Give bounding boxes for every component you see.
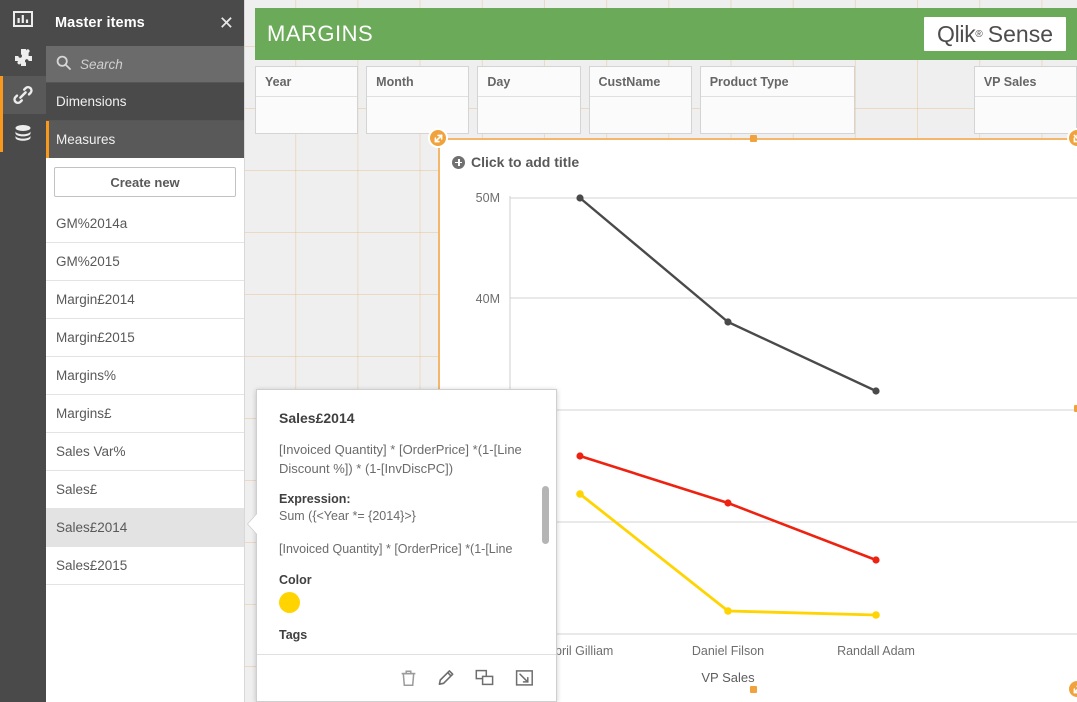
master-items-header: Master items ✕ (46, 0, 244, 46)
close-icon[interactable]: ✕ (219, 14, 234, 32)
duplicate-icon[interactable] (475, 669, 495, 687)
filter-body[interactable] (478, 97, 579, 133)
expression-label: Expression: (279, 492, 351, 506)
resize-handle-top-center[interactable] (750, 135, 757, 142)
filter-label: Month (367, 67, 469, 97)
x-tick-label: Daniel Filson (692, 644, 764, 658)
logo-brand: Qlik (936, 20, 976, 47)
search-input[interactable]: Search (46, 46, 244, 82)
y-tick-label: 40M (476, 292, 500, 306)
link-icon (12, 84, 34, 106)
list-item[interactable]: Margin£2014 (46, 281, 244, 319)
measure-label: Margin£2015 (56, 330, 135, 345)
list-item[interactable]: GM%2015 (46, 243, 244, 281)
measure-label: Sales£2014 (56, 520, 128, 535)
list-item[interactable]: Margins£ (46, 395, 244, 433)
list-item[interactable]: Margins% (46, 357, 244, 395)
series-sales-gbp-2015 (576, 452, 880, 564)
filter-box-vp-sales[interactable]: VP Sales (973, 66, 1077, 134)
chart-icon (13, 10, 33, 28)
filter-body[interactable] (975, 97, 1076, 133)
measure-label: Sales£ (56, 482, 98, 497)
measure-label: Margins£ (56, 406, 112, 421)
filter-label: Day (478, 67, 580, 97)
list-item[interactable]: Margin£2015 (46, 319, 244, 357)
series-sales-gbp-2014 (576, 490, 880, 619)
resize-handle-bottom-center[interactable] (750, 686, 757, 693)
color-swatch (279, 592, 300, 613)
measure-list: GM%2014a GM%2015 Margin£2014 Margin£2015… (46, 205, 244, 585)
measure-detail-popover: Sales£2014 [Invoiced Quantity] * [OrderP… (247, 389, 557, 702)
tab-dimensions-label: Dimensions (56, 94, 127, 109)
create-new-wrapper: Create new (46, 158, 244, 205)
left-icon-rail (0, 0, 46, 702)
create-new-button[interactable]: Create new (54, 167, 236, 197)
measure-label: GM%2014a (56, 216, 128, 231)
popover-action-bar (257, 654, 556, 701)
logo-product: Sense (987, 20, 1053, 47)
tab-measures[interactable]: Measures (46, 120, 244, 158)
tab-dimensions[interactable]: Dimensions (46, 82, 244, 120)
sidebar-item-master-items[interactable] (0, 76, 46, 114)
measure-label: Sales£2015 (56, 558, 128, 573)
delete-icon[interactable] (400, 669, 417, 687)
popover-body: Sales£2014 [Invoiced Quantity] * [OrderP… (257, 390, 556, 654)
measure-label: Sales Var% (56, 444, 126, 459)
y-tick-label: 50M (476, 191, 500, 205)
measure-label: GM%2015 (56, 254, 120, 269)
filter-body[interactable] (256, 97, 357, 133)
sidebar-item-extensions[interactable] (0, 38, 46, 76)
series-sales-gbp (576, 194, 880, 395)
filter-pane-row: Year Month Day CustName Product Type VP … (255, 66, 1077, 134)
tags-label: Tags (279, 628, 308, 642)
list-item[interactable]: Sales Var% (46, 433, 244, 471)
sheet-header-banner: MARGINS Qlik ® Sense (255, 8, 1077, 60)
filter-label: Year (256, 67, 358, 97)
panel-title: Master items (55, 15, 145, 31)
expression-line-2: [Invoiced Quantity] * [OrderPrice] *(1-[… (279, 542, 513, 556)
filter-gap (863, 66, 966, 134)
logo-registered-mark: ® (975, 28, 983, 40)
resize-handle-top-left[interactable] (428, 128, 448, 148)
chart-gridlines (510, 197, 1077, 635)
database-icon (12, 123, 34, 143)
filter-box-day[interactable]: Day (477, 66, 581, 134)
list-item-selected[interactable]: Sales£2014 (46, 509, 244, 547)
measure-label: Margin£2014 (56, 292, 135, 307)
list-item[interactable]: Sales£ (46, 471, 244, 509)
qlik-sense-logo: Qlik ® Sense (923, 17, 1066, 51)
filter-body[interactable] (590, 97, 691, 133)
filter-body[interactable] (701, 97, 854, 133)
filter-label: CustName (589, 67, 691, 97)
filter-label: Product Type (700, 67, 854, 97)
filter-box-custname[interactable]: CustName (588, 66, 692, 134)
puzzle-icon (13, 47, 34, 68)
filter-box-year[interactable]: Year (255, 66, 359, 134)
popover-scrollbar-thumb[interactable] (542, 486, 549, 544)
filter-box-product-type[interactable]: Product Type (699, 66, 855, 134)
filter-body[interactable] (367, 97, 468, 133)
popover-caret (248, 514, 257, 534)
sidebar-item-fields[interactable] (0, 114, 46, 152)
master-items-panel: Master items ✕ Search Dimensions Measure… (46, 0, 245, 702)
tab-measures-label: Measures (56, 132, 116, 147)
search-placeholder: Search (80, 56, 123, 72)
page-title: MARGINS (267, 21, 374, 46)
search-icon (56, 55, 71, 73)
measure-description: [Invoiced Quantity] * [OrderPrice] *(1-[… (279, 442, 522, 476)
filter-label: VP Sales (974, 67, 1076, 97)
list-item[interactable]: GM%2014a (46, 205, 244, 243)
color-label: Color (279, 573, 312, 587)
measure-name: Sales£2014 (279, 410, 355, 426)
list-item[interactable]: Sales£2015 (46, 547, 244, 585)
x-tick-label: Randall Adam (837, 644, 915, 658)
x-axis-title: VP Sales (701, 670, 755, 685)
edit-icon[interactable] (437, 669, 455, 687)
export-icon[interactable] (515, 669, 534, 687)
filter-box-month[interactable]: Month (366, 66, 470, 134)
expression-line-1: Sum ({<Year *= {2014}>} (279, 509, 416, 523)
measure-label: Margins% (56, 368, 117, 383)
sidebar-item-charts[interactable] (0, 0, 46, 38)
